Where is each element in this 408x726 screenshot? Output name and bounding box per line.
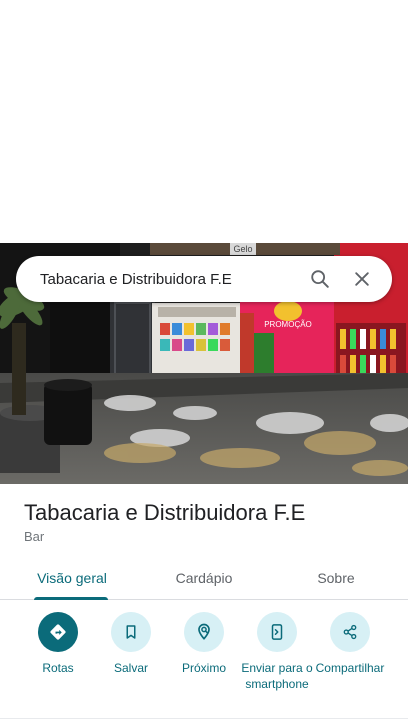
nearby-button[interactable]: Próximo [164,612,244,676]
nearby-label: Próximo [181,661,226,675]
place-title: Tabacaria e Distribuidora F.E [24,500,306,525]
photo-top-text: Gelo [233,244,252,254]
save-button[interactable]: Salvar [91,612,171,676]
save-label: Salvar [113,661,148,675]
search-query-text[interactable]: Tabacaria e Distribuidora F.E [40,271,302,288]
directions-label: Rotas [42,661,74,675]
photo-sign-text: PROMOÇÃO [264,320,312,329]
share-label: Compartilhar [315,661,385,675]
send-to-phone-label: Enviar para o smartphone [241,661,313,691]
place-tabs: Visão geral Cardápio Sobre [0,556,408,600]
send-to-phone-button[interactable]: Enviar para o smartphone [237,612,317,692]
active-tab-indicator [34,597,108,600]
directions-button[interactable]: Rotas [18,612,98,676]
search-icon[interactable] [302,261,338,297]
share-icon [330,612,370,652]
directions-icon [38,612,78,652]
send-to-phone-icon [257,612,297,652]
close-icon[interactable] [344,261,380,297]
action-buttons-row: Rotas Salvar Próximo Enviar para o smart… [0,612,408,712]
place-category[interactable]: Bar [24,529,44,544]
nearby-icon [184,612,224,652]
map-blank-area [0,0,408,243]
search-bar[interactable]: Tabacaria e Distribuidora F.E [16,256,392,302]
tab-about[interactable]: Sobre [288,556,384,600]
bottom-divider [0,718,408,719]
bookmark-icon [111,612,151,652]
share-button[interactable]: Compartilhar [310,612,390,676]
tab-menu[interactable]: Cardápio [156,556,252,600]
tab-overview[interactable]: Visão geral [24,556,120,600]
